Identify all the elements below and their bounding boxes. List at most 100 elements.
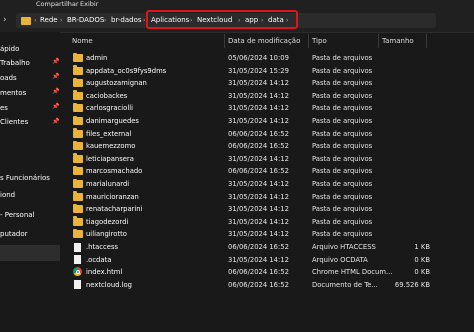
file-name: caciobackes (86, 91, 128, 100)
column-header-size[interactable]: Tamanho (382, 36, 414, 46)
folder-icon (73, 203, 83, 214)
file-name: nextcloud.log (86, 280, 132, 289)
folder-row[interactable]: kauemezzomo 06/06/2024 16:52 Pasta de arqu… (70, 140, 474, 153)
file-row[interactable]: nextcloud.log 06/06/2024 16:52 Documento d… (70, 279, 474, 292)
file-modified-date: 31/05/2024 14:12 (228, 217, 289, 226)
folder-row[interactable]: caciobackes 31/05/2024 14:12 Pasta de arqu… (70, 90, 474, 103)
file-type: Pasta de arquivos (312, 129, 373, 138)
file-type: Pasta de arquivos (312, 154, 373, 163)
file-modified-date: 31/05/2024 14:12 (228, 104, 289, 113)
column-divider[interactable] (308, 34, 309, 48)
folder-row[interactable]: uiliangirotto 31/05/2024 14:12 Pasta de ar… (70, 228, 474, 241)
sidebar-item-imagens[interactable]: es (0, 103, 8, 113)
file-name: admin (86, 54, 108, 62)
file-name: carlosgraciolli (86, 104, 134, 113)
breadcrumb-rede[interactable]: Rede (40, 15, 58, 26)
file-modified-date: 31/05/2024 14:12 (228, 205, 289, 214)
file-type: Pasta de arquivos (312, 217, 373, 226)
breadcrumb-br-dados-share[interactable]: br-dados (111, 15, 142, 26)
file-row[interactable]: index.html 06/06/2024 16:52 Chrome HTML Do… (70, 266, 474, 279)
file-modified-date: 31/05/2024 14:12 (228, 91, 289, 100)
folder-icon (73, 140, 83, 151)
column-divider[interactable] (224, 34, 225, 48)
file-size: 0 KB (414, 268, 430, 277)
column-header-name[interactable]: Nome (72, 36, 93, 46)
folder-row[interactable]: marialunardi 31/05/2024 14:12 Pasta de arq… (70, 178, 474, 191)
ribbon-bar: Compartilhar Exibir (0, 0, 474, 10)
document-icon (74, 280, 81, 290)
sidebar-item-clientes[interactable]: Clientes (0, 117, 28, 127)
folder-row[interactable]: appdata_oc0s9fys9dms 31/05/2024 15:29 Past… (70, 65, 474, 78)
sidebar-item-quick-access[interactable]: ápido (0, 44, 19, 54)
file-type: Pasta de arquivos (312, 192, 373, 201)
file-name: mauricioranzan (86, 192, 139, 201)
file-name: marialunardi (86, 180, 130, 188)
file-type: Pasta de arquivos (312, 91, 373, 100)
file-name: kauemezzomo (86, 142, 136, 151)
folder-row[interactable]: danimarguedes 31/05/2024 14:12 Pasta de ar… (70, 115, 474, 128)
column-divider[interactable] (426, 34, 427, 48)
chevron-right-icon[interactable]: › (3, 14, 12, 26)
folder-icon (73, 77, 83, 88)
file-modified-date: 31/05/2024 14:12 (228, 79, 289, 88)
file-list-pane: Nome Data de modificação Tipo Tamanho ad… (60, 32, 474, 332)
folder-row[interactable]: tiagodezordi 31/05/2024 14:12 Pasta de arq… (70, 216, 474, 229)
file-size: 69.526 KB (394, 280, 430, 289)
chevron-right-icon: › (104, 17, 107, 24)
file-type: Documento de Te... (312, 280, 378, 289)
file-modified-date: 31/05/2024 14:12 (228, 180, 289, 188)
sidebar-selection (0, 245, 60, 261)
column-divider[interactable] (378, 34, 379, 48)
file-type: Pasta de arquivos (312, 180, 373, 188)
document-icon (74, 255, 81, 265)
folder-icon (73, 216, 83, 226)
folder-icon (73, 228, 83, 239)
file-size: 0 KB (414, 255, 430, 264)
ribbon-tab-view[interactable]: Exibir (80, 0, 98, 9)
column-header-type[interactable]: Tipo (312, 36, 327, 46)
file-type: Pasta de arquivos (312, 142, 373, 151)
file-name: .htaccess (86, 243, 119, 251)
file-modified-date: 31/05/2024 14:12 (228, 230, 289, 239)
folder-row[interactable]: files_external 06/06/2024 16:52 Pasta de a… (70, 128, 474, 141)
sidebar-item-funcionarios[interactable]: s Funcionários (0, 173, 50, 183)
folder-icon (21, 17, 31, 25)
navigation-pane: ápido 📌 Trabalho 📌 oads 📌 mentos 📌 es 📌 … (0, 32, 60, 332)
file-modified-date: 31/05/2024 15:29 (228, 66, 289, 75)
breadcrumb-br-dados-host[interactable]: BR-DADOS (67, 15, 104, 26)
ribbon-tab-share[interactable]: Compartilhar (36, 0, 79, 9)
pin-icon: 📌 (52, 103, 60, 110)
folder-icon (73, 115, 83, 125)
file-type: Arquivo HTACCESS (312, 243, 376, 251)
folder-row[interactable]: admin 05/06/2024 10:09 Pasta de arquivos (70, 52, 474, 65)
sidebar-item-documentos[interactable]: mentos (0, 88, 26, 98)
file-type: Pasta de arquivos (312, 167, 373, 176)
file-type: Chrome HTML Docum... (312, 268, 393, 277)
chevron-right-icon: › (60, 17, 63, 24)
file-modified-date: 31/05/2024 14:12 (228, 255, 289, 264)
file-modified-date: 06/06/2024 16:52 (228, 243, 289, 251)
column-header-date[interactable]: Data de modificação (228, 36, 300, 46)
file-name: uiliangirotto (86, 230, 127, 239)
folder-row[interactable]: carlosgraciolli 31/05/2024 14:12 Pasta de … (70, 102, 474, 115)
sidebar-item-this-pc[interactable]: putador (0, 229, 28, 239)
file-modified-date: 05/06/2024 10:09 (228, 54, 289, 62)
chrome-icon (73, 267, 82, 277)
file-modified-date: 06/06/2024 16:52 (228, 129, 289, 138)
sidebar-item-trabalho[interactable]: Trabalho (0, 58, 30, 68)
folder-row[interactable]: augustozamignan 31/05/2024 14:12 Pasta de … (70, 77, 474, 90)
folder-icon (73, 128, 83, 138)
file-row[interactable]: .htaccess 06/06/2024 16:52 Arquivo HTACCES… (70, 241, 474, 254)
file-modified-date: 31/05/2024 14:12 (228, 192, 289, 201)
sidebar-item-onedrive[interactable]: iond (0, 190, 15, 200)
folder-row[interactable]: marcosmachado 06/06/2024 16:52 Pasta de ar… (70, 165, 474, 178)
folder-row[interactable]: renatacharparini 31/05/2024 14:12 Pasta de… (70, 203, 474, 216)
folder-row[interactable]: mauricioranzan 31/05/2024 14:12 Pasta de a… (70, 191, 474, 204)
sidebar-item-onedrive-personal[interactable]: - Personal (0, 210, 35, 220)
sidebar-item-downloads[interactable]: oads (0, 73, 17, 83)
file-modified-date: 06/06/2024 16:52 (228, 167, 289, 176)
file-name: index.html (86, 268, 123, 277)
file-row[interactable]: .ocdata 31/05/2024 14:12 Arquivo OCDATA 0 K… (70, 254, 474, 267)
folder-icon (73, 165, 83, 176)
folder-row[interactable]: leticiapansera 31/05/2024 14:12 Pasta de a… (70, 153, 474, 166)
